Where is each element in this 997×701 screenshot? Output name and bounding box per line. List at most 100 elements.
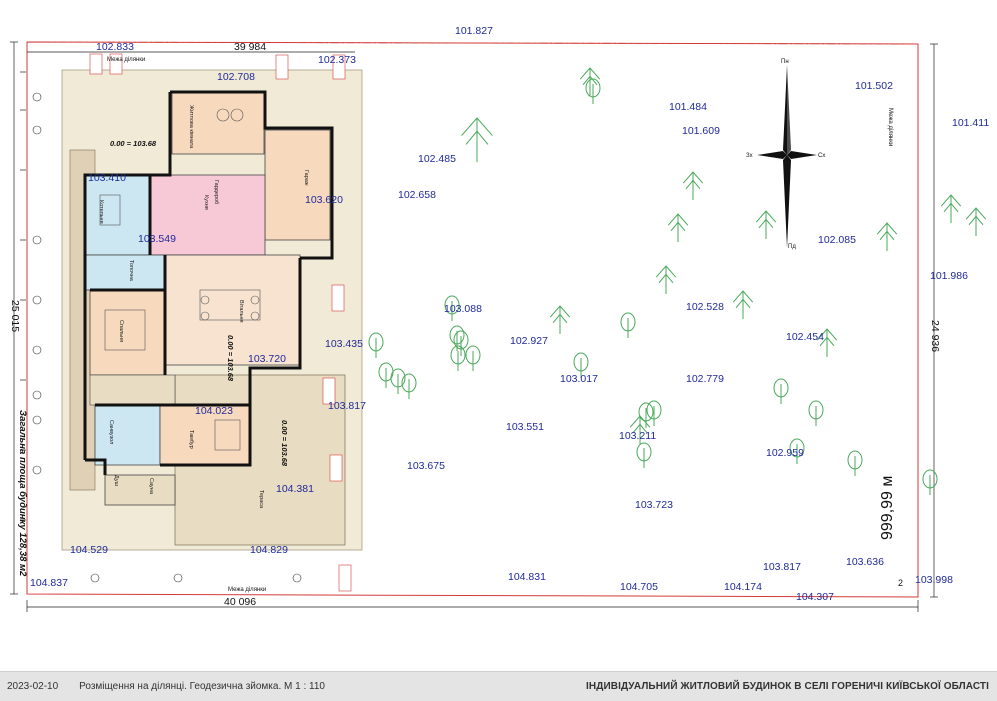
elevation-label: 102.485 [418,153,456,165]
deciduous-tree-icon [368,332,384,358]
elevation-label: 102.927 [510,335,548,347]
left-dimension: 25 015 [9,300,21,332]
room-label: Сауна [148,478,154,495]
top-dimension: 39 984 [234,41,266,53]
elevation-label: 104.829 [250,544,288,556]
drawing-subtitle: Розміщення на ділянці. Геодезична зйомка… [79,681,325,692]
elevation-label: 101.484 [669,101,707,113]
plot-area-superscript: 2 [898,578,903,588]
drawing-title-block: 2023-02-10 Розміщення на ділянці. Геодез… [0,671,997,701]
elevation-label: 102.085 [818,234,856,246]
room-label: Гараж [303,170,309,186]
elevation-label: 102.708 [217,71,255,83]
elevation-label: 101.609 [682,125,720,137]
room-label: Житлова кімната [188,105,194,149]
elevation-label: 103.636 [846,556,884,568]
elevation-label: 103.620 [305,194,343,206]
deciduous-tree-icon [847,450,863,476]
plot-boundary-label: Межа ділянки [107,57,145,63]
deciduous-tree-icon [808,400,824,426]
deciduous-tree-icon [638,402,654,428]
conifer-tree-icon [876,222,898,251]
elevation-label: 102.833 [96,41,134,53]
building-area-label: Загальна площа будинку 128,38 м2 [17,410,28,577]
elevation-label: 103.211 [619,430,656,442]
elevation-label: 103.088 [444,303,482,315]
elevation-label: 102.658 [398,189,436,201]
deciduous-tree-icon [465,345,481,371]
conifer-tree-icon [461,117,493,162]
building-plan [32,53,363,592]
plot-boundary-label: Межа ділянки [228,587,266,593]
elevation-label: 104.831 [508,571,546,583]
elevation-label: 104.174 [724,581,762,593]
compass-south: Пд [788,244,796,250]
elevation-label: 102.779 [686,373,724,385]
conifer-tree-icon [682,171,704,200]
compass-west: Зх [746,153,753,159]
elevation-label: 103.817 [328,400,366,412]
elevation-label: 101.411 [952,117,989,129]
elevation-label: 101.827 [455,25,493,37]
conifer-tree-icon [732,290,754,319]
elevation-label: 102.528 [686,301,724,313]
elevation-label: 104.705 [620,581,658,593]
elevation-label: 102.454 [786,331,824,343]
room-label: Тамбур [188,430,194,449]
elevation-label: 102.373 [318,54,356,66]
room-label: Санвузол [108,420,114,444]
elevation-label: 103.720 [248,353,286,365]
elevation-label: 101.502 [855,80,893,92]
conifer-tree-icon [755,210,777,239]
elevation-label: 103.410 [88,172,126,184]
elevation-label: 103.998 [915,574,953,586]
elevation-label: 104.381 [276,483,314,495]
plot-area-label: 999,99 м [879,476,896,540]
room-label: Котельня [98,200,104,224]
compass-east: Сх [818,153,825,159]
elevation-label: 103.017 [560,373,598,385]
deciduous-tree-icon [646,400,662,426]
room-label: Тераса [258,490,264,509]
elevation-label: 103.723 [635,499,673,511]
elevation-label: 103.817 [763,561,801,573]
deciduous-tree-icon [922,469,938,495]
deciduous-tree-icon [620,312,636,338]
conifer-tree-icon [579,67,601,96]
deciduous-tree-icon [773,378,789,404]
elevation-label: 104.023 [195,405,233,417]
deciduous-tree-icon [401,373,417,399]
elevation-label: 103.549 [138,233,176,245]
deciduous-tree-icon [636,442,652,468]
room-label: Топочна [128,260,134,282]
room-label: Гардероб [213,180,219,204]
deciduous-tree-icon [450,345,466,371]
room-label: Душ [113,475,119,487]
drawing-date: 2023-02-10 [7,681,59,692]
room-label: Спальня [118,320,124,342]
drawing-title: ІНДИВІДУАЛЬНИЙ ЖИТЛОВИЙ БУДИНОК В СЕЛІ Г… [586,681,989,692]
conifer-tree-icon [655,265,677,294]
conifer-tree-icon [549,305,571,334]
building-level-label: 0.00 = 103.68 [226,335,235,382]
conifer-tree-icon [940,194,962,223]
site-plan-drawing: 101.827 102.833 102.373 102.708 101.502 101.4… [9,25,989,612]
elevation-label: 103.675 [407,460,445,472]
elevation-label: 104.307 [796,591,834,603]
elevation-label: 103.551 [506,421,544,433]
bottom-dimension: 40 096 [224,596,256,608]
deciduous-tree-icon [585,78,601,104]
room-label: Вітальня [238,300,244,323]
plot-boundary-label: Межа ділянки [887,108,893,146]
conifer-tree-icon [667,213,689,242]
conifer-tree-icon [965,207,987,236]
elevation-label: 102.959 [766,447,804,459]
right-dimension: 24 936 [929,320,941,352]
building-level-label: 0.00 = 103.68 [280,420,289,467]
room-label: Кухня [203,195,209,210]
building-level-label: 0.00 = 103.68 [110,139,157,148]
elevation-label: 104.529 [70,544,108,556]
compass-north: Пн [781,59,789,65]
elevation-label: 101.986 [930,270,968,282]
elevation-label: 103.435 [325,338,363,350]
